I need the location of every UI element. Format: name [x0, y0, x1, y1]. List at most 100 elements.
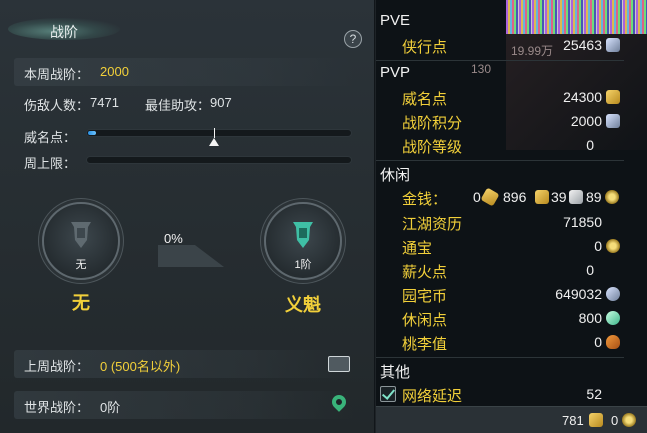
panel-title: 战阶 [50, 24, 78, 40]
garden-coin-label: 园宅币 [402, 288, 448, 305]
background-stripes [506, 0, 647, 34]
current-rank-emblem[interactable]: 无 [42, 202, 120, 280]
kills-label: 伤敌人数： [24, 98, 90, 113]
banner-icon [68, 218, 94, 258]
weekly-rank-label: 本周战阶： [24, 67, 90, 82]
section-header-pve: PVE [380, 12, 411, 29]
help-button[interactable]: ? [344, 30, 362, 48]
currency-row-leisure-points: 休闲点 800 [376, 307, 638, 329]
assists-value: 907 [210, 95, 232, 110]
section-header-leisure: 休闲 [380, 167, 411, 184]
garden-coin-value: 649032 [555, 286, 602, 302]
prestige-progress-bar [86, 129, 352, 137]
progress-percent: 0% [164, 231, 183, 246]
currency-row-money: 金钱： 0 896 39 89 [376, 186, 638, 208]
tongbao-label: 通宝 [402, 240, 433, 257]
current-rank-glyph-label: 无 [75, 259, 87, 271]
prestige-progress-fill [88, 131, 96, 135]
currency-row-rank-level: 战阶等级 0 [376, 134, 638, 156]
tongbao-value: 0 [594, 238, 602, 254]
xiaxing-value: 25463 [563, 37, 602, 53]
assists-label: 最佳助攻： [145, 98, 211, 113]
kills-value: 7471 [90, 95, 119, 110]
prestige-marker-arrow [209, 138, 219, 146]
prestige-marker-line [214, 128, 215, 138]
next-rank-glyph-label: 1阶 [294, 259, 312, 271]
world-rank-label: 世界战阶： [24, 400, 90, 415]
banner-icon [290, 218, 316, 258]
experience-value: 71850 [563, 214, 602, 230]
latency-checkbox[interactable] [380, 386, 396, 402]
footer-value-1: 781 [562, 413, 584, 428]
footer-bar: 781 0 [376, 406, 647, 433]
sword-icon [606, 38, 620, 52]
currency-row-xiaxing: 侠行点 25463 [376, 34, 638, 56]
weekly-cap-progress-bar [86, 156, 352, 164]
coin-icon [606, 90, 620, 104]
world-rank-row: 世界战阶： 0阶 [14, 391, 354, 419]
currency-row-garden-coin: 园宅币 649032 [376, 283, 638, 305]
section-header-pvp: PVP [380, 64, 411, 81]
currency-row-experience: 江湖资历 71850 [376, 211, 638, 233]
leaf-icon [606, 311, 620, 325]
divider [376, 160, 624, 161]
latency-label: 网络延迟 [402, 388, 463, 405]
bg-level-text: 130 [471, 62, 492, 76]
divider [376, 357, 624, 358]
section-header-other: 其他 [380, 364, 411, 381]
setting-row-latency: 网络延迟 52 [376, 383, 638, 405]
currency-row-xinhuo: 薪火点 0 [376, 259, 638, 281]
copper-coin-icon [605, 190, 619, 204]
last-week-row: 上周战阶： 0 (500名以外) [14, 350, 354, 378]
xiaxing-label: 侠行点 [402, 39, 448, 56]
chest-icon[interactable] [328, 356, 350, 372]
rank-points-value: 2000 [570, 113, 602, 129]
battle-rank-panel: 战阶 ? 本周战阶： 2000 伤敌人数： 7471 最佳助攻： 907 威名点… [0, 0, 375, 433]
swirl-icon [606, 287, 620, 301]
latency-value: 52 [586, 386, 602, 402]
current-rank-name: 无 [72, 293, 90, 313]
currency-row-prestige: 威名点 24300 [376, 86, 638, 108]
weekly-cap-label: 周上限： [24, 156, 77, 171]
prestige-label: 威名点： [24, 130, 77, 145]
xinhuo-value: 0 [586, 262, 594, 278]
silver-coin-icon [569, 190, 583, 204]
next-rank-name: 义魁 [285, 295, 321, 315]
footer-value-2: 0 [611, 413, 619, 428]
money-copper-value: 89 [586, 189, 602, 205]
rank-level-label: 战阶等级 [402, 139, 463, 156]
round-coin-icon [606, 239, 620, 253]
leisure-points-value: 800 [578, 310, 602, 326]
prestige-points-value: 24300 [563, 89, 602, 105]
currency-panel: 19.99万 130 PVE 侠行点 25463 PVP 威名点 24300 战… [376, 0, 647, 433]
money-silver-value: 39 [551, 189, 567, 205]
badge-icon [606, 114, 620, 128]
experience-label: 江湖资历 [402, 216, 463, 233]
currency-row-rank-points: 战阶积分 2000 [376, 110, 638, 132]
currency-row-tongbao: 通宝 0 [376, 235, 638, 257]
boot-icon [589, 413, 603, 427]
taoli-value: 0 [594, 334, 602, 350]
weekly-rank-value: 2000 [100, 64, 129, 79]
divider [376, 60, 624, 61]
rank-level-value: 0 [586, 137, 594, 153]
leisure-points-label: 休闲点 [402, 312, 448, 329]
money-gold-prefix: 0 [473, 189, 481, 205]
last-week-value: 0 (500名以外) [100, 359, 181, 374]
prestige-points-label: 威名点 [402, 91, 448, 108]
weekly-rank-row: 本周战阶： 2000 [14, 58, 354, 86]
last-week-label: 上周战阶： [24, 359, 90, 374]
vase-icon [606, 335, 620, 349]
money-label: 金钱： [402, 191, 448, 208]
world-rank-value: 0阶 [100, 400, 121, 415]
progress-arrow [158, 245, 224, 267]
xinhuo-label: 薪火点 [402, 264, 448, 281]
gold-ingot-icon [480, 187, 500, 207]
rank-points-label: 战阶积分 [402, 115, 463, 132]
money-gold-value: 896 [503, 189, 527, 205]
currency-row-taoli: 桃李值 0 [376, 331, 638, 353]
taoli-label: 桃李值 [402, 336, 448, 353]
panel-header: 战阶 ? [0, 8, 375, 48]
round-coin-icon [622, 413, 636, 427]
next-rank-emblem[interactable]: 1阶 [264, 202, 342, 280]
